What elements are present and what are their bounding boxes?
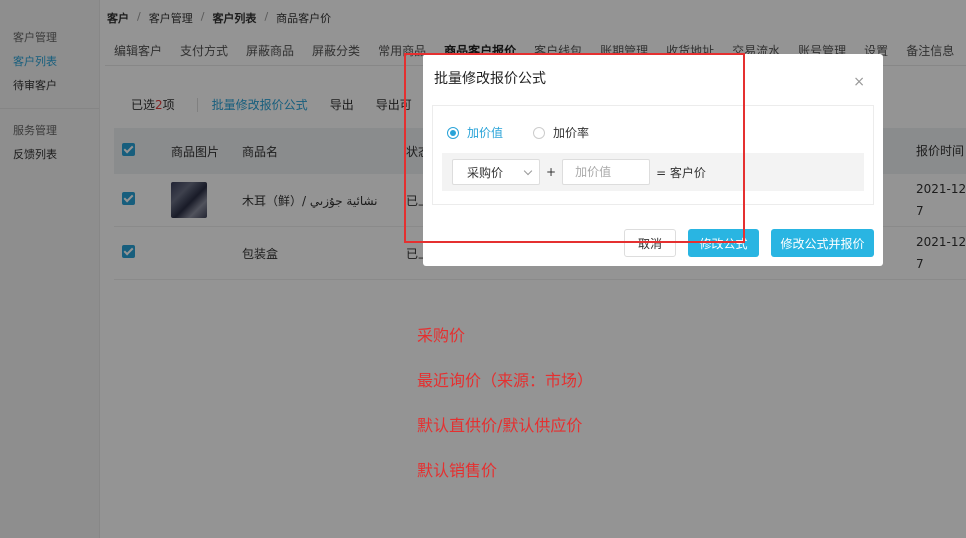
annotation-highlight-box [404, 53, 745, 243]
annotation-note: 默认销售价 [417, 461, 498, 480]
modify-formula-and-quote-button[interactable]: 修改公式并报价 [771, 229, 874, 257]
close-icon[interactable]: × [853, 74, 865, 90]
annotation-notes: 采购价 最近询价（来源：市场） 默认直供价/默认供应价 默认销售价 [417, 322, 593, 502]
annotation-note: 采购价 [417, 326, 466, 345]
annotation-note: 默认直供价/默认供应价 [417, 416, 583, 435]
annotation-note: 最近询价（来源：市场） [417, 371, 594, 390]
